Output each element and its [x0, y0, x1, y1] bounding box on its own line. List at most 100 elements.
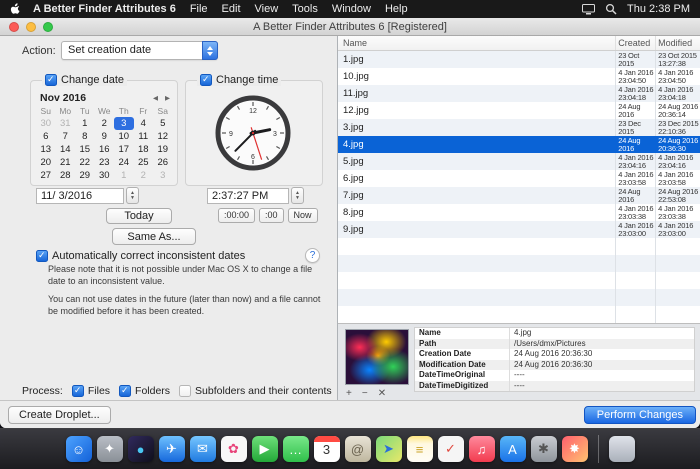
column-header-name[interactable]: Name [338, 36, 616, 50]
calendar-day[interactable]: 1 [114, 169, 134, 182]
abfa-app-icon[interactable]: ✸ [562, 436, 588, 462]
calendar-day[interactable]: 30 [95, 169, 115, 182]
calendar-day[interactable]: 5 [153, 117, 173, 130]
calendar-day[interactable]: 16 [95, 143, 115, 156]
calendar-day[interactable]: 9 [95, 130, 115, 143]
perform-changes-button[interactable]: Perform Changes [584, 406, 696, 424]
calendar-day[interactable]: 31 [56, 117, 76, 130]
time-stepper[interactable] [291, 187, 304, 204]
process-option[interactable]: Folders [119, 385, 170, 397]
calendar-day[interactable]: 6 [36, 130, 56, 143]
calendar-day[interactable]: 4 [134, 117, 154, 130]
system-preferences-icon[interactable]: ✱ [531, 436, 557, 462]
date-input[interactable]: 11/ 3/2016 [36, 188, 124, 204]
remove-item-button[interactable]: − [362, 389, 368, 399]
table-row-empty[interactable] [338, 238, 700, 255]
clear-list-button[interactable]: ✕ [378, 389, 386, 399]
table-row[interactable]: 7.jpg24 Aug 2016 22:53:0824 Aug 2016 22:… [338, 187, 700, 204]
table-row-empty[interactable] [338, 272, 700, 289]
date-stepper[interactable] [126, 187, 139, 204]
menu-item-tools[interactable]: Tools [292, 3, 318, 15]
menubar-app-name[interactable]: A Better Finder Attributes 6 [33, 3, 176, 15]
checkbox-icon[interactable] [200, 74, 212, 86]
add-item-button[interactable]: + [346, 389, 352, 399]
create-droplet-button[interactable]: Create Droplet... [8, 406, 111, 424]
siri-icon[interactable]: ● [128, 436, 154, 462]
title-bar[interactable]: A Better Finder Attributes 6 [Registered… [0, 18, 700, 36]
menu-item-edit[interactable]: Edit [222, 3, 241, 15]
same-as-button[interactable]: Same As... [112, 228, 196, 245]
calendar-day[interactable]: 18 [134, 143, 154, 156]
process-option[interactable]: Files [72, 385, 110, 397]
table-row[interactable]: 1.jpg23 Oct 2015 13:27:3823 Oct 2015 13:… [338, 51, 700, 68]
menu-item-file[interactable]: File [190, 3, 208, 15]
table-row[interactable]: 9.jpg4 Jan 2016 23:03:004 Jan 2016 23:03… [338, 221, 700, 238]
music-icon[interactable]: ♫ [469, 436, 495, 462]
change-date-checkbox[interactable]: Change date [42, 74, 127, 86]
display-status-icon[interactable] [582, 4, 595, 15]
menubar-clock[interactable]: Thu 2:38 PM [627, 3, 690, 15]
menu-item-view[interactable]: View [255, 3, 279, 15]
calendar-day[interactable]: 2 [95, 117, 115, 130]
change-time-checkbox[interactable]: Change time [197, 74, 281, 86]
table-row-empty[interactable] [338, 255, 700, 272]
calendar-day[interactable]: 26 [153, 156, 173, 169]
analog-clock[interactable]: 12369 [213, 93, 293, 173]
calendar-day[interactable]: 28 [56, 169, 76, 182]
time-quick-button-2[interactable]: Now [288, 208, 318, 223]
app-store-icon[interactable]: A [500, 436, 526, 462]
calendar-day[interactable]: 11 [134, 130, 154, 143]
photos-icon[interactable]: ✿ [221, 436, 247, 462]
calendar-day[interactable]: 19 [153, 143, 173, 156]
calendar-day[interactable]: 24 [114, 156, 134, 169]
table-row[interactable]: 6.jpg4 Jan 2016 23:03:584 Jan 2016 23:03… [338, 170, 700, 187]
checkbox-icon[interactable] [179, 385, 191, 397]
calendar-day[interactable]: 22 [75, 156, 95, 169]
calendar-day[interactable]: 8 [75, 130, 95, 143]
maps-icon[interactable]: ➤ [376, 436, 402, 462]
mail-icon[interactable]: ✉ [190, 436, 216, 462]
contacts-icon[interactable]: @ [345, 436, 371, 462]
minimize-window-button[interactable] [26, 22, 36, 32]
table-row[interactable]: 10.jpg4 Jan 2016 23:04:504 Jan 2016 23:0… [338, 68, 700, 85]
auto-correct-checkbox[interactable]: Automatically correct inconsistent dates [36, 250, 245, 262]
close-window-button[interactable] [9, 22, 19, 32]
finder-icon[interactable]: ☺ [66, 436, 92, 462]
calendar-day[interactable]: 27 [36, 169, 56, 182]
table-row[interactable]: 3.jpg23 Dec 2015 22:10:3623 Dec 2015 22:… [338, 119, 700, 136]
calendar-day-selected[interactable]: 3 [114, 117, 134, 130]
table-row-empty[interactable] [338, 306, 700, 323]
calendar-icon[interactable]: 3 [314, 436, 340, 462]
calendar-day[interactable]: 30 [36, 117, 56, 130]
facetime-icon[interactable]: ▶ [252, 436, 278, 462]
today-button[interactable]: Today [106, 208, 172, 224]
column-header-modified[interactable]: Modified [656, 36, 700, 50]
calendar-day[interactable]: 12 [153, 130, 173, 143]
calendar-day[interactable]: 7 [56, 130, 76, 143]
spotlight-icon[interactable] [605, 3, 617, 15]
safari-icon[interactable]: ✈ [159, 436, 185, 462]
table-row[interactable]: 8.jpg4 Jan 2016 23:03:384 Jan 2016 23:03… [338, 204, 700, 221]
calendar-day[interactable]: 17 [114, 143, 134, 156]
calendar-day[interactable]: 14 [56, 143, 76, 156]
trash-icon[interactable] [609, 436, 635, 462]
calendar-day[interactable]: 2 [134, 169, 154, 182]
calendar-day[interactable]: 29 [75, 169, 95, 182]
menu-item-help[interactable]: Help [385, 3, 408, 15]
process-option[interactable]: Subfolders and their contents [179, 385, 332, 397]
time-quick-button-1[interactable]: :00 [259, 208, 284, 223]
checkbox-icon[interactable] [45, 74, 57, 86]
column-header-created[interactable]: Created [616, 36, 656, 50]
calendar-day[interactable]: 13 [36, 143, 56, 156]
table-row-empty[interactable] [338, 289, 700, 306]
zoom-window-button[interactable] [43, 22, 53, 32]
reminders-icon[interactable]: ✓ [438, 436, 464, 462]
calendar-day[interactable]: 1 [75, 117, 95, 130]
table-row[interactable]: 11.jpg4 Jan 2016 23:04:184 Jan 2016 23:0… [338, 85, 700, 102]
menu-item-window[interactable]: Window [332, 3, 371, 15]
checkbox-icon[interactable] [119, 385, 131, 397]
calendar-day[interactable]: 23 [95, 156, 115, 169]
calendar-prev-button[interactable]: ◀ [153, 94, 158, 102]
table-row[interactable]: 4.jpg24 Aug 2016 20:36:3024 Aug 2016 20:… [338, 136, 700, 153]
help-button[interactable]: ? [305, 248, 320, 263]
